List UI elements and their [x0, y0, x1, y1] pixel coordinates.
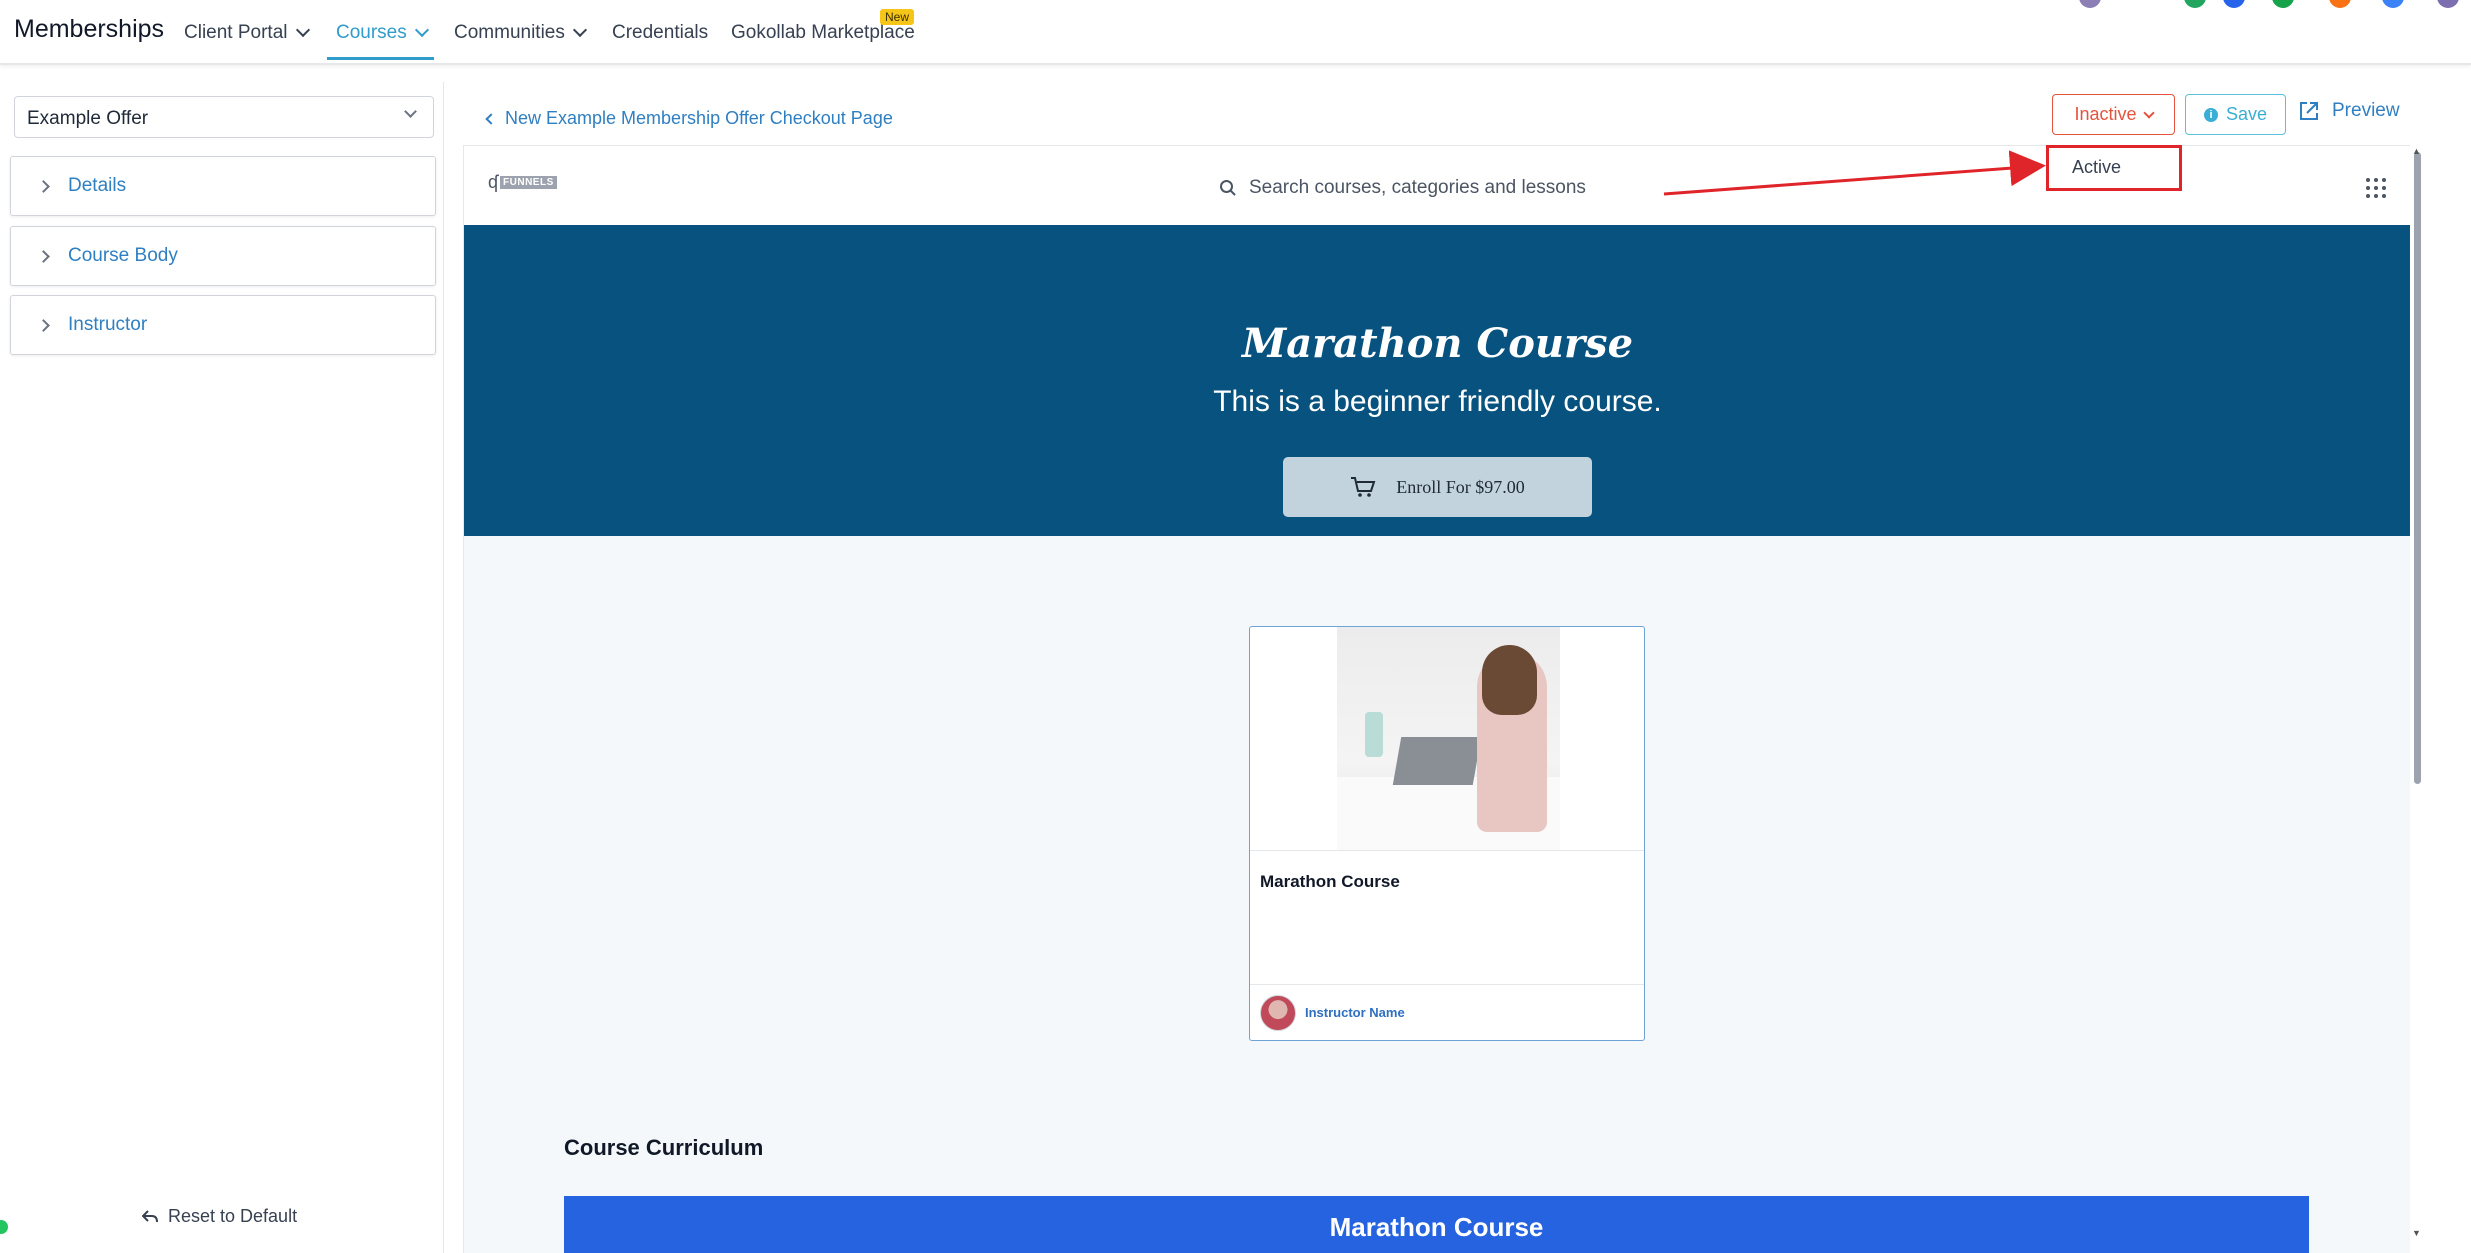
enroll-label: Enroll For $97.00: [1396, 476, 1525, 497]
enroll-button[interactable]: Enroll For $97.00: [1283, 457, 1592, 517]
preview-canvas: ʠ FUNNELS Search courses, categories and…: [463, 145, 2410, 1253]
top-navbar: Memberships Client Portal Courses Commun…: [0, 0, 2471, 65]
hero-banner: Marathon Course This is a beginner frien…: [464, 225, 2410, 536]
avatar[interactable]: [2437, 0, 2459, 8]
chevron-right-icon: [37, 249, 50, 263]
accordion-details[interactable]: Details: [10, 156, 436, 216]
info-icon: i: [2203, 107, 2218, 122]
nav-client-portal[interactable]: Client Portal: [184, 22, 310, 44]
chevron-down-icon: [572, 22, 587, 38]
nav-gokollab-marketplace[interactable]: Gokollab Marketplace: [731, 22, 915, 44]
new-badge: New: [880, 9, 915, 25]
status-label: Inactive: [2074, 104, 2137, 124]
nav-communities-label: Communities: [454, 22, 565, 43]
chevron-down-icon: [295, 22, 310, 38]
accordion-label: Details: [68, 175, 127, 196]
nav-courses-label: Courses: [336, 22, 407, 43]
back-link[interactable]: New Example Membership Offer Checkout Pa…: [485, 108, 893, 129]
status-dropdown-menu: Active: [2046, 145, 2182, 191]
reset-label: Reset to Default: [168, 1206, 298, 1226]
external-link-icon: [2300, 102, 2318, 120]
avatar[interactable]: [2223, 0, 2245, 8]
app-title: Memberships: [14, 15, 165, 43]
accordion-label: Instructor: [68, 314, 148, 335]
reset-to-default-button[interactable]: Reset to Default: [142, 1206, 297, 1227]
avatar[interactable]: [2184, 0, 2206, 8]
back-link-label: New Example Membership Offer Checkout Pa…: [505, 108, 893, 128]
dropdown-option-active[interactable]: Active: [2072, 157, 2121, 178]
search-placeholder: Search courses, categories and lessons: [1249, 177, 1586, 198]
avatar[interactable]: [2079, 0, 2101, 8]
chevron-right-icon: [37, 179, 50, 193]
reply-icon: [142, 1209, 158, 1222]
logo-mark-icon: ʠ: [488, 172, 499, 192]
curriculum-section-bar[interactable]: Marathon Course: [564, 1196, 2309, 1253]
status-dropdown-button[interactable]: Inactive: [2052, 94, 2175, 135]
scroll-down-icon[interactable]: ▼: [2412, 1228, 2421, 1238]
course-image: [1337, 627, 1560, 850]
curriculum-heading: Course Curriculum: [564, 1135, 764, 1160]
avatar[interactable]: [2329, 0, 2351, 8]
hero-subtitle: This is a beginner friendly course.: [1213, 385, 1662, 418]
sidebar: Example Offer Details Course Body Instru…: [0, 82, 444, 1253]
nav-credentials[interactable]: Credentials: [612, 22, 708, 44]
logo-text: FUNNELS: [500, 176, 557, 189]
avatar[interactable]: [2382, 0, 2404, 8]
nav-courses[interactable]: Courses: [336, 22, 429, 44]
course-card[interactable]: Marathon Course Instructor Name: [1249, 626, 1645, 1041]
chevron-down-icon: [414, 22, 429, 38]
chevron-right-icon: [37, 318, 50, 332]
save-button[interactable]: i Save: [2185, 94, 2286, 135]
avatar[interactable]: [2272, 0, 2294, 8]
instructor-name[interactable]: Instructor Name: [1305, 1005, 1405, 1020]
nav-credentials-label: Credentials: [612, 22, 709, 43]
save-label: Save: [2225, 104, 2268, 124]
course-card-title: Marathon Course: [1260, 872, 1400, 891]
chevron-down-icon: [2142, 106, 2155, 119]
hero-title: Marathon Course: [1241, 320, 1634, 367]
accordion-label: Course Body: [68, 245, 178, 266]
active-tab-indicator: [327, 57, 434, 60]
scrollbar-thumb[interactable]: [2414, 152, 2421, 784]
nav-marketplace-label: Gokollab Marketplace: [731, 22, 915, 43]
nav-communities[interactable]: Communities: [454, 22, 587, 44]
scroll-up-icon[interactable]: ▲: [2412, 146, 2421, 156]
preview-label: Preview: [2332, 100, 2400, 121]
offer-select[interactable]: Example Offer: [14, 96, 434, 138]
search-icon: [1220, 180, 1236, 196]
offer-select-value: Example Offer: [27, 108, 149, 129]
chevron-down-icon: [404, 105, 417, 118]
search-input[interactable]: Search courses, categories and lessons: [1205, 168, 1655, 208]
instructor-avatar: [1260, 995, 1296, 1031]
preview-button[interactable]: Preview: [2298, 100, 2400, 122]
accordion-instructor[interactable]: Instructor: [10, 295, 436, 355]
chevron-left-icon: [485, 112, 497, 125]
logo: ʠ FUNNELS: [488, 172, 557, 193]
cart-icon: [1351, 477, 1376, 497]
accordion-course-body[interactable]: Course Body: [10, 226, 436, 286]
nav-client-portal-label: Client Portal: [184, 22, 288, 43]
apps-grid-icon[interactable]: [2366, 178, 2386, 198]
